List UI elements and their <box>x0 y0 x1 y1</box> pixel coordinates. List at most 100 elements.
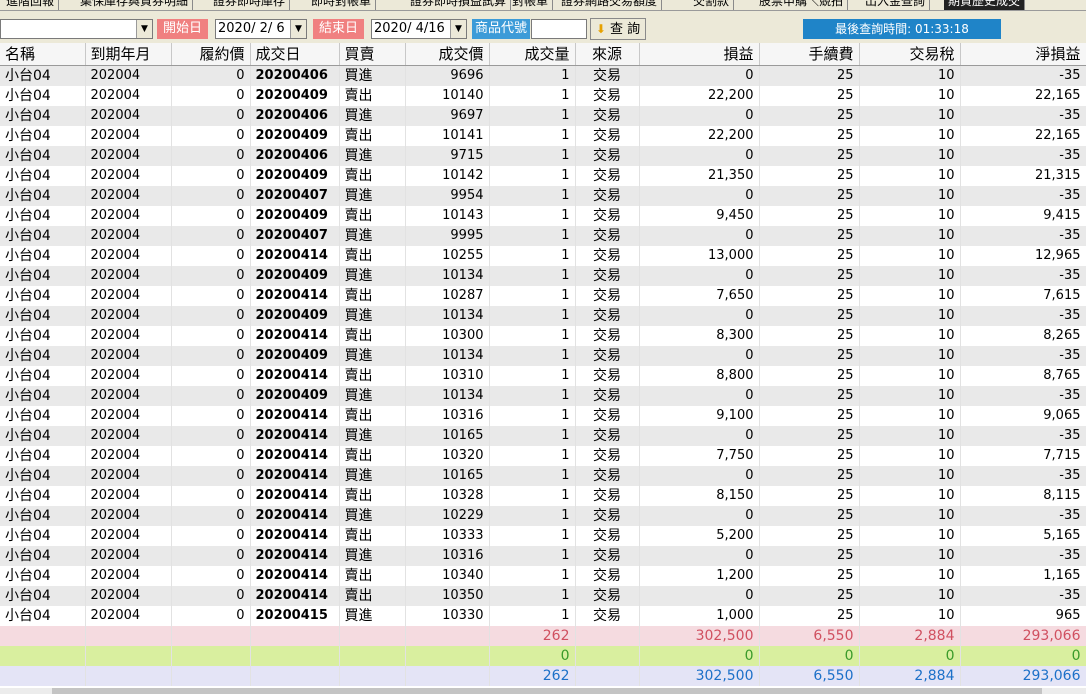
tab-7[interactable]: 交割款 <box>689 0 735 10</box>
table-cell: 賣出 <box>339 485 406 506</box>
table-row[interactable]: 小台04 202004 0 20200414 買進 10165 1 交易 0 25 10 -35 <box>0 425 1086 446</box>
table-row[interactable]: 小台04 202004 0 20200414 買進 10229 1 交易 0 25 10 -35 <box>0 505 1086 526</box>
column-header[interactable]: 手續費 <box>759 43 860 66</box>
query-button[interactable]: ⬇ 查 詢 <box>590 18 646 40</box>
horizontal-scrollbar[interactable] <box>0 688 1086 694</box>
column-header[interactable]: 到期年月 <box>85 43 172 66</box>
table-cell: 1,200 <box>639 565 760 586</box>
table-cell: 0 <box>639 385 760 406</box>
table-cell: 25 <box>759 125 860 146</box>
summary-cell <box>171 625 251 646</box>
table-cell: 10 <box>859 145 961 166</box>
tab-4[interactable]: 證券即時損益試算 <box>406 0 512 10</box>
table-cell: 10 <box>859 365 961 386</box>
summary-cell: 0 <box>489 645 576 666</box>
table-cell: 0 <box>171 225 251 246</box>
table-cell: 0 <box>171 245 251 266</box>
column-header[interactable]: 交易稅 <box>859 43 961 66</box>
tab-3[interactable]: 即時對帳單 <box>307 0 377 10</box>
table-cell: 10 <box>859 305 961 326</box>
column-header[interactable]: 淨損益 <box>960 43 1086 66</box>
table-row[interactable]: 小台04 202004 0 20200414 賣出 10255 1 交易 13,000 25 10 1… <box>0 245 1086 266</box>
table-row[interactable]: 小台04 202004 0 20200414 買進 10165 1 交易 0 25 10 -35 <box>0 465 1086 486</box>
table-row[interactable]: 小台04 202004 0 20200409 賣出 10141 1 交易 22,200 25 10 2… <box>0 125 1086 146</box>
table-cell: 8,265 <box>960 325 1086 346</box>
start-date-picker[interactable]: 2020/ 2/ 6 ▼ <box>215 19 307 39</box>
table-cell: 5,200 <box>639 525 760 546</box>
tab-0[interactable]: 進階回報 <box>2 0 60 10</box>
table-row[interactable]: 小台04 202004 0 20200409 買進 10134 1 交易 0 25 10 -35 <box>0 345 1086 366</box>
tab-5[interactable]: 對帳單 <box>508 0 554 10</box>
column-header[interactable]: 買賣 <box>339 43 406 66</box>
tab-10[interactable]: 期貨歷史成交 <box>944 0 1026 10</box>
table-cell: 25 <box>759 185 860 206</box>
table-cell: 賣出 <box>339 585 406 606</box>
table-cell: 1 <box>489 85 576 106</box>
table-cell: 賣出 <box>339 325 406 346</box>
table-row[interactable]: 小台04 202004 0 20200409 買進 10134 1 交易 0 25 10 -35 <box>0 265 1086 286</box>
end-date-picker[interactable]: 2020/ 4/16 ▼ <box>371 19 467 39</box>
table-row[interactable]: 小台04 202004 0 20200414 賣出 10310 1 交易 8,800 25 10 8,… <box>0 365 1086 386</box>
table-cell: 25 <box>759 485 860 506</box>
tab-9[interactable]: 出入金查詢 <box>861 0 931 10</box>
table-row[interactable]: 小台04 202004 0 20200409 買進 10134 1 交易 0 25 10 -35 <box>0 385 1086 406</box>
table-row[interactable]: 小台04 202004 0 20200414 賣出 10340 1 交易 1,200 25 10 1,… <box>0 565 1086 586</box>
summary-cell <box>85 625 172 646</box>
table-row[interactable]: 小台04 202004 0 20200409 賣出 10140 1 交易 22,200 25 10 2… <box>0 85 1086 106</box>
table-row[interactable]: 小台04 202004 0 20200409 買進 10134 1 交易 0 25 10 -35 <box>0 305 1086 326</box>
column-header[interactable]: 來源 <box>575 43 640 66</box>
table-row[interactable]: 小台04 202004 0 20200415 買進 10330 1 交易 1,000 25 10 96… <box>0 605 1086 626</box>
column-header[interactable]: 損益 <box>639 43 760 66</box>
table-cell: 10134 <box>405 385 490 406</box>
table-cell: 1 <box>489 445 576 466</box>
table-row[interactable]: 小台04 202004 0 20200414 買進 10316 1 交易 0 25 10 -35 <box>0 545 1086 566</box>
table-row[interactable]: 小台04 202004 0 20200406 買進 9696 1 交易 0 25 10 -35 <box>0 65 1086 86</box>
column-header[interactable]: 履約價 <box>171 43 251 66</box>
table-cell: -35 <box>960 265 1086 286</box>
table-row[interactable]: 小台04 202004 0 20200414 賣出 10320 1 交易 7,750 25 10 7,… <box>0 445 1086 466</box>
table-cell: 9715 <box>405 145 490 166</box>
table-cell: 20200414 <box>250 565 340 586</box>
column-header[interactable]: 成交價 <box>405 43 490 66</box>
table-cell: 202004 <box>85 505 172 526</box>
table-cell: 1 <box>489 525 576 546</box>
table-row[interactable]: 小台04 202004 0 20200414 賣出 10287 1 交易 7,650 25 10 7,… <box>0 285 1086 306</box>
chevron-down-icon[interactable]: ▼ <box>290 20 306 38</box>
table-row[interactable]: 小台04 202004 0 20200414 賣出 10350 1 交易 0 25 10 -35 <box>0 585 1086 606</box>
table-cell: 25 <box>759 165 860 186</box>
product-code-input[interactable] <box>531 19 587 39</box>
table-cell: 8,115 <box>960 485 1086 506</box>
table-cell: 202004 <box>85 305 172 326</box>
tab-6[interactable]: 證券網路交易額度 <box>557 0 663 10</box>
column-header[interactable]: 名稱 <box>0 43 86 66</box>
table-row[interactable]: 小台04 202004 0 20200409 賣出 10142 1 交易 21,350 25 10 2… <box>0 165 1086 186</box>
table-row[interactable]: 小台04 202004 0 20200414 賣出 10316 1 交易 9,100 25 10 9,… <box>0 405 1086 426</box>
table-cell: 小台04 <box>0 125 86 146</box>
summary-cell <box>171 665 251 686</box>
last-query-time: 最後查詢時間: 01:33:18 <box>803 19 1001 39</box>
table-cell: 1 <box>489 285 576 306</box>
account-combo[interactable]: ▼ <box>0 19 153 39</box>
tab-2[interactable]: 證券即時庫存 <box>209 0 291 10</box>
table-cell: 25 <box>759 265 860 286</box>
table-row[interactable]: 小台04 202004 0 20200406 買進 9715 1 交易 0 25 10 -35 <box>0 145 1086 166</box>
column-header[interactable]: 成交量 <box>489 43 576 66</box>
table-row[interactable]: 小台04 202004 0 20200414 賣出 10300 1 交易 8,300 25 10 8,… <box>0 325 1086 346</box>
table-row[interactable]: 小台04 202004 0 20200406 買進 9697 1 交易 0 25 10 -35 <box>0 105 1086 126</box>
table-cell: 202004 <box>85 345 172 366</box>
table-cell: -35 <box>960 585 1086 606</box>
column-header[interactable]: 成交日 <box>250 43 340 66</box>
table-cell: 0 <box>171 65 251 86</box>
table-row[interactable]: 小台04 202004 0 20200407 買進 9995 1 交易 0 25 10 -35 <box>0 225 1086 246</box>
tab-8[interactable]: 股票申購＼競拍 <box>755 0 849 10</box>
table-row[interactable]: 小台04 202004 0 20200414 賣出 10333 1 交易 5,200 25 10 5,… <box>0 525 1086 546</box>
table-cell: 20200409 <box>250 345 340 366</box>
table-row[interactable]: 小台04 202004 0 20200414 賣出 10328 1 交易 8,150 25 10 8,… <box>0 485 1086 506</box>
table-cell: 202004 <box>85 165 172 186</box>
chevron-down-icon[interactable]: ▼ <box>450 20 466 38</box>
chevron-down-icon[interactable]: ▼ <box>136 20 152 38</box>
tab-1[interactable]: 集保庫存與資券明細 <box>76 0 194 10</box>
table-row[interactable]: 小台04 202004 0 20200407 買進 9954 1 交易 0 25 10 -35 <box>0 185 1086 206</box>
scrollbar-thumb[interactable] <box>52 688 1042 694</box>
table-row[interactable]: 小台04 202004 0 20200409 賣出 10143 1 交易 9,450 25 10 9,… <box>0 205 1086 226</box>
